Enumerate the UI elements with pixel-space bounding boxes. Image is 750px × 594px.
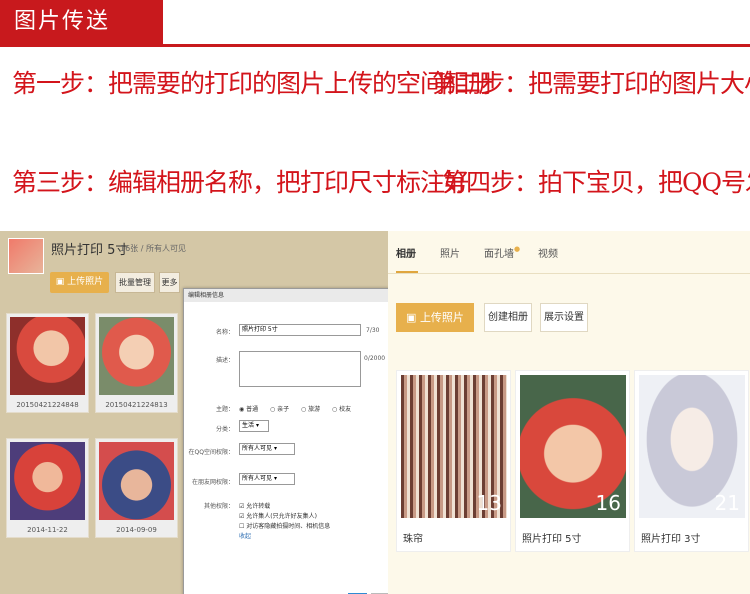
permission-checkbox-label: 允许集人(只允许好友集人): [246, 513, 317, 520]
tab-albums[interactable]: 相册: [396, 245, 416, 260]
chevron-down-icon: ▾: [273, 475, 277, 482]
tab-videos[interactable]: 视频: [538, 245, 558, 260]
theme-option[interactable]: ○ 旅游: [301, 404, 320, 413]
album-photo-count: 16: [595, 491, 621, 515]
photo-image: [10, 442, 85, 520]
upload-photo-label: 上传照片: [67, 277, 104, 287]
album-desc-input[interactable]: [239, 351, 361, 387]
upload-photo-label: 上传照片: [419, 311, 464, 324]
theme-option-label: 亲子: [277, 406, 290, 413]
dialog-title: 编辑相册信息: [184, 289, 388, 302]
photo-image: [99, 442, 174, 520]
photo-thumb[interactable]: 20150421224848: [6, 313, 89, 413]
theme-option[interactable]: ○ 校友: [332, 404, 351, 413]
collapse-link[interactable]: 收起: [239, 531, 251, 540]
display-settings-button[interactable]: 展示设置: [540, 303, 588, 332]
album-meta: 16张 / 所有人可见: [120, 244, 186, 253]
album-name: 照片打印 3寸: [641, 534, 701, 545]
permission-checkbox-label: 允许转载: [246, 503, 271, 510]
theme-option[interactable]: ◉ 普通: [239, 404, 258, 413]
step-4-text: 第四步：拍下宝贝，把QQ号发给我们: [442, 168, 750, 197]
photo-caption: 2014-09-09: [116, 526, 157, 534]
album-card[interactable]: 21 照片打印 3寸: [634, 370, 749, 552]
chevron-down-icon: ▾: [273, 445, 277, 452]
section-divider: [0, 44, 750, 47]
album-card[interactable]: 16 照片打印 5寸: [515, 370, 630, 552]
photo-image: [10, 317, 85, 395]
album-list-panel: 相册 照片 面孔墙● 视频 ▣ 上传照片 创建相册 展示设置 13 珠帘 16 …: [388, 231, 750, 594]
qq-permission-value: 所有人可见: [242, 445, 273, 452]
upload-icon: ▣: [406, 311, 420, 324]
other-permission-label: 其他权限：: [203, 503, 234, 510]
theme-option-label: 旅游: [308, 406, 321, 413]
theme-option-label: 普通: [246, 406, 259, 413]
friend-permission-label: 在朋友网权限：: [191, 479, 234, 486]
photo-caption: 2014-11-22: [27, 526, 68, 534]
permission-checkbox[interactable]: ☑ 允许转载: [239, 501, 270, 510]
album-name: 照片打印 5寸: [522, 534, 582, 545]
qq-permission-select[interactable]: 所有人可见 ▾: [239, 443, 295, 455]
permission-checkbox[interactable]: ☐ 对访客隐藏拍摄时间、相机信息: [239, 521, 330, 530]
tabs-divider: [388, 273, 750, 274]
qq-permission-label: 在QQ空间权限：: [188, 449, 234, 456]
album-detail-panel: 照片打印 5寸 16张 / 所有人可见 ▣ 上传照片 批量管理 更多 20150…: [0, 231, 388, 594]
step-2-text: 第二步：把需要打印的图片大小分好类: [432, 69, 750, 98]
upload-photo-button[interactable]: ▣ 上传照片: [396, 303, 474, 332]
name-label: 名称：: [215, 329, 234, 336]
name-char-count: 7/30: [366, 327, 380, 334]
chevron-down-icon: ▾: [255, 422, 259, 429]
active-tab-indicator: [396, 271, 418, 273]
album-photo-count: 21: [714, 491, 740, 515]
photo-thumb[interactable]: 2014-11-22: [6, 438, 89, 538]
screenshot-root: 图片传送 第一步：把需要的打印的图片上传的空间相册 第二步：把需要打印的图片大小…: [0, 0, 750, 594]
batch-manage-button[interactable]: 批量管理: [115, 272, 155, 293]
album-cover: [8, 238, 44, 274]
new-dot-icon: ●: [514, 245, 521, 253]
edit-album-dialog: 编辑相册信息 名称： 照片打印 5寸 7/30 描述： 0/2000 主题： ◉…: [183, 288, 388, 594]
friend-permission-value: 所有人可见: [242, 475, 273, 482]
category-select[interactable]: 生活 ▾: [239, 420, 269, 432]
theme-option-label: 校友: [339, 406, 352, 413]
album-photo-count: 13: [476, 491, 502, 515]
album-name-input[interactable]: 照片打印 5寸: [239, 324, 361, 336]
upload-photo-button[interactable]: ▣ 上传照片: [50, 272, 109, 293]
permission-checkbox-label: 对访客隐藏拍摄时间、相机信息: [246, 523, 331, 530]
photo-image: [99, 317, 174, 395]
photo-caption: 20150421224813: [105, 401, 168, 409]
upload-icon: ▣: [55, 277, 68, 287]
category-value: 生活: [242, 422, 255, 429]
tab-face-wall[interactable]: 面孔墙●: [484, 245, 520, 260]
step-1-text: 第一步：把需要的打印的图片上传的空间相册: [12, 69, 493, 98]
create-album-button[interactable]: 创建相册: [484, 303, 532, 332]
desc-label: 描述：: [215, 357, 234, 364]
category-label: 分类：: [215, 426, 234, 433]
album-name: 珠帘: [403, 534, 423, 545]
photo-thumb[interactable]: 20150421224813: [95, 313, 178, 413]
theme-option[interactable]: ○ 亲子: [270, 404, 289, 413]
tab-face-wall-label: 面孔墙: [484, 249, 514, 260]
theme-label: 主题：: [215, 406, 234, 413]
photo-caption: 20150421224848: [16, 401, 79, 409]
tab-photos[interactable]: 照片: [440, 245, 460, 260]
desc-char-count: 0/2000: [364, 355, 386, 362]
step-3-text: 第三步：编辑相册名称，把打印尺寸标注好: [12, 168, 469, 197]
photo-thumb[interactable]: 2014-09-09: [95, 438, 178, 538]
friend-permission-select[interactable]: 所有人可见 ▾: [239, 473, 295, 485]
album-card[interactable]: 13 珠帘: [396, 370, 511, 552]
album-title: 照片打印 5寸: [51, 243, 129, 258]
more-button[interactable]: 更多: [159, 272, 180, 293]
permission-checkbox[interactable]: ☑ 允许集人(只允许好友集人): [239, 511, 317, 520]
section-tag: 图片传送: [0, 0, 163, 44]
